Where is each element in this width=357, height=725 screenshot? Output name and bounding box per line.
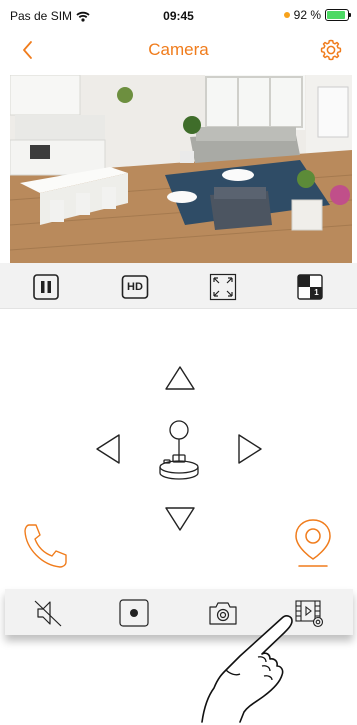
video-gallery-icon[interactable]: [293, 597, 325, 629]
battery-percent: 92 %: [293, 8, 321, 22]
hand-pointer-icon: [201, 615, 293, 723]
video-toolbar: HD 1: [0, 263, 357, 309]
battery-icon: [325, 9, 351, 21]
record-icon[interactable]: [118, 597, 150, 629]
hd-quality-button[interactable]: HD: [121, 273, 149, 301]
navigation-bar: Camera: [0, 28, 357, 70]
camera-video-feed[interactable]: [10, 75, 352, 263]
joystick-icon: [159, 420, 199, 480]
bottom-toolbar: [5, 589, 353, 635]
pause-icon[interactable]: [32, 273, 60, 301]
triangle-up-icon[interactable]: [163, 364, 197, 392]
indicator-dot: [283, 12, 290, 18]
layout-count-label: 1: [314, 288, 319, 297]
speaker-muted-icon[interactable]: [32, 597, 64, 629]
status-bar: Pas de SIM 09:45 92 %: [0, 0, 357, 26]
camera-screen: { "status_bar": { "carrier": "Pas de SIM…: [0, 0, 357, 725]
living-room-image: [10, 75, 352, 263]
ptz-control-panel: [0, 309, 357, 589]
map-pin-icon[interactable]: [293, 517, 333, 571]
gear-icon[interactable]: [319, 38, 343, 62]
triangle-left-icon[interactable]: [94, 432, 122, 466]
hd-label: HD: [127, 281, 143, 293]
battery-info: 92 %: [283, 8, 351, 22]
phone-icon[interactable]: [22, 521, 70, 571]
split-view-button[interactable]: 1: [296, 273, 324, 301]
page-title: Camera: [148, 40, 209, 59]
triangle-right-icon[interactable]: [236, 432, 264, 466]
fullscreen-icon[interactable]: [209, 273, 237, 301]
battery-level: [327, 11, 346, 19]
triangle-down-icon[interactable]: [163, 505, 197, 533]
